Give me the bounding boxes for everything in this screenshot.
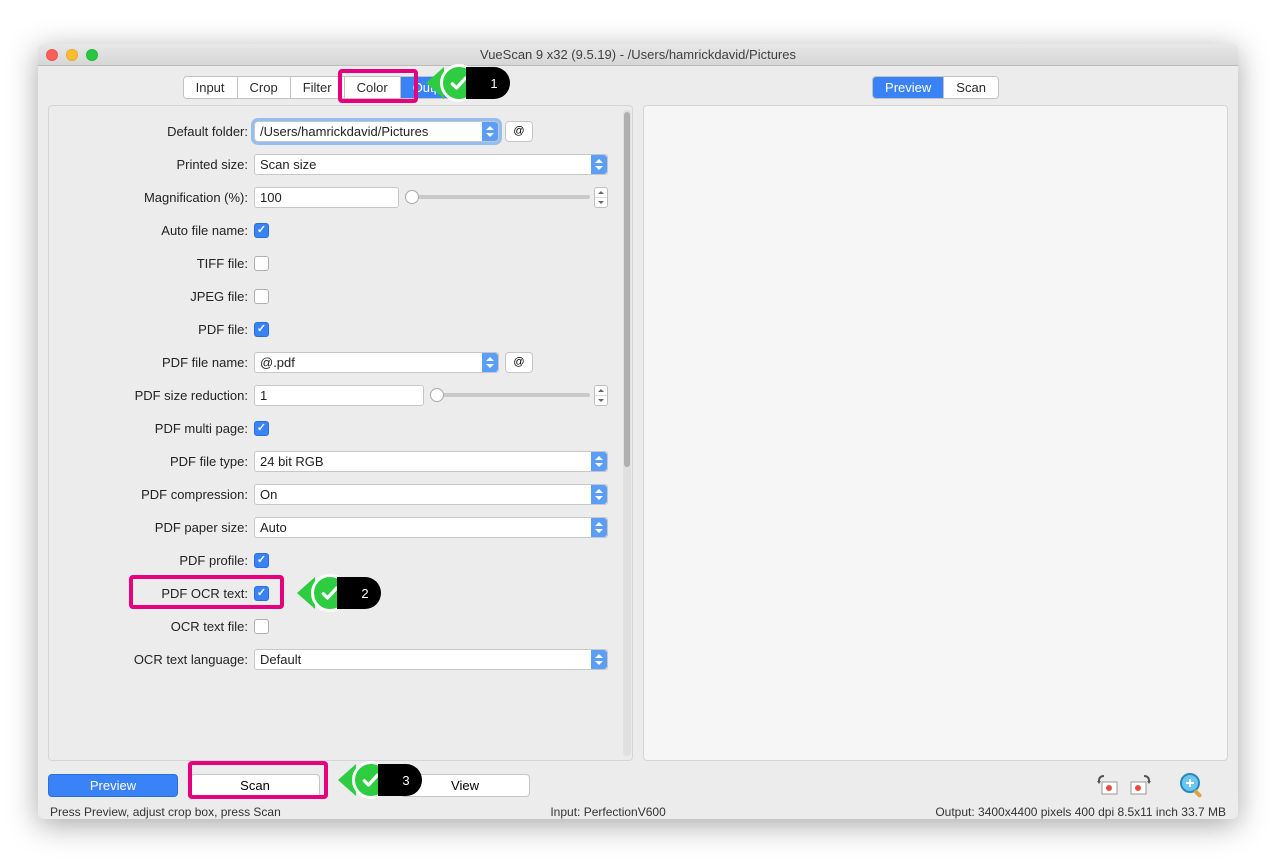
zoom-in-icon[interactable] (1176, 769, 1208, 801)
pdf-profile-checkbox[interactable] (254, 553, 269, 568)
view-button[interactable]: View (400, 774, 530, 797)
settings-scrollbar[interactable] (623, 110, 631, 756)
left-panel: InputCropFilterColorOutputP 1 Default fo… (48, 76, 633, 761)
printed-size-combo[interactable]: Scan size (254, 154, 608, 175)
row-pdf-file-name: PDF file name: @.pdf @ (49, 351, 624, 373)
right-panel: PreviewScan (643, 76, 1228, 761)
pdf-size-reduction-slider[interactable] (430, 393, 590, 397)
pdf-file-name-combo[interactable]: @.pdf (254, 352, 499, 373)
tab-crop[interactable]: Crop (238, 77, 291, 98)
zoom-icon[interactable] (86, 49, 98, 61)
row-default-folder: Default folder: /Users/hamrickdavid/Pict… (49, 120, 624, 142)
status-left: Press Preview, adjust crop box, press Sc… (50, 805, 281, 819)
app-window: VueScan 9 x32 (9.5.19) - /Users/hamrickd… (38, 44, 1238, 819)
tab-p[interactable]: P (465, 77, 498, 98)
ocr-text-language-combo[interactable]: Default (254, 649, 608, 670)
at-button-pdf[interactable]: @ (505, 352, 533, 373)
pdf-multi-page-checkbox[interactable] (254, 421, 269, 436)
status-bar: Press Preview, adjust crop box, press Sc… (48, 804, 1228, 819)
magnification-slider[interactable] (405, 195, 590, 199)
tab-input[interactable]: Input (184, 77, 238, 98)
tab-color[interactable]: Color (345, 77, 401, 98)
row-pdf-size-reduction: PDF size reduction: 1 (49, 384, 624, 406)
pdf-file-checkbox[interactable] (254, 322, 269, 337)
pdf-paper-size-combo[interactable]: Auto (254, 517, 608, 538)
tab-preview[interactable]: Preview (873, 77, 944, 98)
scan-button[interactable]: Scan (190, 774, 320, 797)
at-button-folder[interactable]: @ (505, 121, 533, 142)
tab-filter[interactable]: Filter (291, 77, 345, 98)
pdf-compression-combo[interactable]: On (254, 484, 608, 505)
rotate-right-icon[interactable] (1124, 769, 1156, 801)
tab-output[interactable]: Output (401, 77, 465, 98)
default-folder-combo[interactable]: /Users/hamrickdavid/Pictures (254, 121, 499, 142)
tiff-file-checkbox[interactable] (254, 256, 269, 271)
ocr-text-file-checkbox[interactable] (254, 619, 269, 634)
close-icon[interactable] (46, 49, 58, 61)
magnification-stepper[interactable] (594, 187, 608, 208)
row-magnification: Magnification (%): 100 (49, 186, 624, 208)
check-icon (352, 761, 390, 799)
preview-area[interactable] (643, 105, 1228, 761)
window-title: VueScan 9 x32 (9.5.19) - /Users/hamrickd… (38, 47, 1238, 62)
status-right: Output: 3400x4400 pixels 400 dpi 8.5x11 … (935, 805, 1226, 819)
row-printed-size: Printed size: Scan size (49, 153, 624, 175)
magnification-input[interactable]: 100 (254, 187, 399, 208)
tab-scan[interactable]: Scan (944, 77, 998, 98)
pdf-size-reduction-stepper[interactable] (594, 385, 608, 406)
auto-file-name-checkbox[interactable] (254, 223, 269, 238)
preview-button[interactable]: Preview (48, 774, 178, 797)
status-center: Input: PerfectionV600 (550, 805, 665, 819)
scrollbar-thumb[interactable] (624, 112, 630, 467)
pdf-size-reduction-input[interactable]: 1 (254, 385, 424, 406)
right-tab-bar: PreviewScan (643, 76, 1228, 99)
jpeg-file-checkbox[interactable] (254, 289, 269, 304)
left-tab-bar: InputCropFilterColorOutputP 1 (48, 76, 633, 99)
rotate-left-icon[interactable] (1092, 769, 1124, 801)
title-bar: VueScan 9 x32 (9.5.19) - /Users/hamrickd… (38, 44, 1238, 66)
minimize-icon[interactable] (66, 49, 78, 61)
pdf-ocr-text-checkbox[interactable] (254, 586, 269, 601)
settings-panel: Default folder: /Users/hamrickdavid/Pict… (48, 105, 633, 761)
pdf-file-type-combo[interactable]: 24 bit RGB (254, 451, 608, 472)
footer: Preview Scan View 3 (38, 761, 1238, 819)
